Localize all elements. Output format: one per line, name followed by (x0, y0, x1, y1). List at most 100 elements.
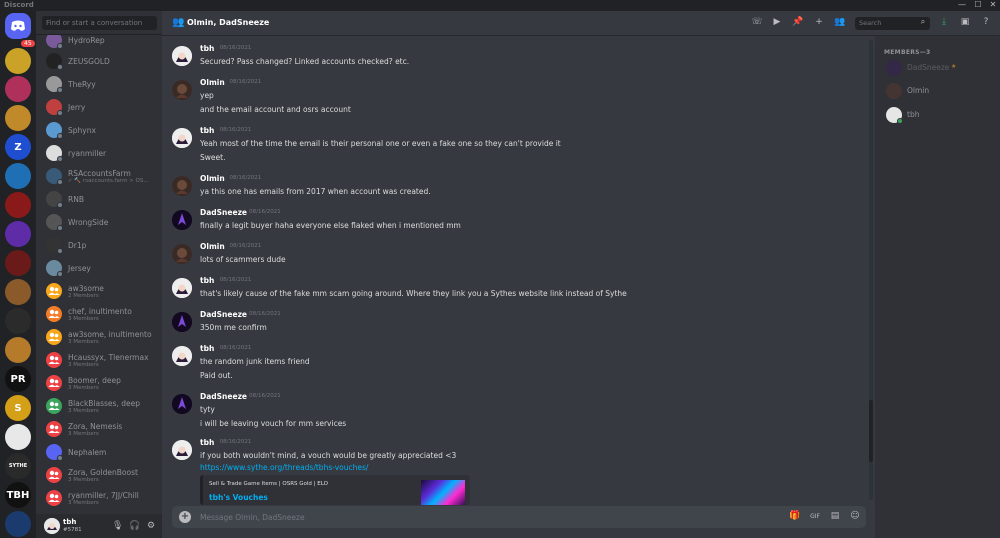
dm-item[interactable]: Zora, GoldenBoost 3 Members (44, 466, 160, 486)
pin-icon[interactable]: 📌 (792, 17, 804, 27)
message-author[interactable]: DadSneeze (200, 310, 247, 319)
dm-item[interactable]: Nephalem (44, 443, 160, 463)
server-list: Z PR S SYTHE TBH 45 (0, 11, 36, 538)
gift-icon[interactable]: 🎁 (789, 511, 801, 521)
server-icon[interactable]: S (5, 395, 31, 421)
dm-item[interactable]: Jerry (44, 98, 160, 118)
upload-plus-icon[interactable]: + (179, 511, 191, 523)
server-icon[interactable] (5, 279, 31, 305)
dm-item[interactable]: Dr1p (44, 236, 160, 256)
server-icon[interactable] (5, 192, 31, 218)
home-button[interactable] (5, 13, 31, 39)
dm-item[interactable]: Jersey (44, 259, 160, 279)
message-author[interactable]: tbh (200, 44, 214, 53)
emoji-icon[interactable]: ☺ (849, 511, 861, 521)
dm-item[interactable]: TheRyy (44, 75, 160, 95)
member-item[interactable]: DadSneeze ★ (884, 58, 994, 78)
message-avatar[interactable] (172, 346, 192, 366)
server-icon[interactable]: TBH (5, 482, 31, 508)
server-icon[interactable] (5, 76, 31, 102)
message-avatar[interactable] (172, 210, 192, 230)
server-icon[interactable] (5, 511, 31, 537)
message-text: i will be leaving vouch for mm services (200, 419, 347, 428)
dm-item[interactable]: RNB (44, 190, 160, 210)
video-icon[interactable]: ▶ (771, 17, 783, 27)
message-author[interactable]: Olmin (200, 174, 225, 183)
message-author[interactable]: Olmin (200, 242, 225, 251)
dm-name: Jerry (68, 103, 86, 112)
minimize-button[interactable]: — (955, 0, 969, 9)
embed-title[interactable]: tbh's Vouches (209, 493, 268, 502)
gear-icon[interactable]: ⚙ (146, 521, 156, 531)
inbox-icon[interactable]: ▣ (959, 17, 971, 27)
dm-search-input[interactable]: Find or start a conversation (42, 16, 157, 30)
server-icon[interactable] (5, 250, 31, 276)
scrollbar-thumb[interactable] (869, 400, 873, 462)
message-avatar[interactable] (172, 440, 192, 460)
user-avatar[interactable] (44, 518, 60, 534)
gif-icon[interactable]: GIF (809, 513, 821, 520)
message-avatar[interactable] (172, 394, 192, 414)
member-item[interactable]: tbh (884, 105, 994, 125)
message-input[interactable]: Message Olmin, DadSneeze (200, 513, 305, 522)
embed-thumbnail[interactable] (421, 480, 465, 505)
status-indicator (57, 133, 63, 139)
message-text: tyty (200, 405, 215, 414)
message-author[interactable]: tbh (200, 344, 214, 353)
dm-item[interactable]: aw3some, inultimento 3 Members (44, 328, 160, 348)
microphone-icon[interactable]: 🎙 (112, 521, 123, 531)
dm-item[interactable]: RSAccountsFarm ✓ 🔨 rsaccounts.farm > OS..… (44, 167, 160, 187)
server-icon[interactable] (5, 424, 31, 450)
add-friend-icon[interactable]: + (813, 17, 825, 27)
message-avatar[interactable] (172, 80, 192, 100)
chat-scrollbar[interactable] (869, 40, 873, 500)
maximize-button[interactable]: ☐ (971, 0, 985, 9)
sticker-icon[interactable]: ▤ (829, 511, 841, 521)
call-icon[interactable]: ☏ (751, 17, 763, 27)
members-icon[interactable]: 👥 (834, 17, 846, 27)
server-icon[interactable] (5, 221, 31, 247)
dm-item[interactable]: ryanmiller (44, 144, 160, 164)
server-icon[interactable]: PR (5, 366, 31, 392)
dm-item[interactable]: Boomer, deep 3 Members (44, 374, 160, 394)
member-item[interactable]: Olmin (884, 81, 994, 101)
server-icon[interactable] (5, 337, 31, 363)
status-indicator (57, 156, 63, 162)
server-icon[interactable] (5, 48, 31, 74)
server-icon[interactable]: SYTHE (5, 453, 31, 479)
server-icon[interactable] (5, 105, 31, 131)
message-text: 350m me confirm (200, 323, 267, 332)
help-icon[interactable]: ? (980, 17, 992, 27)
server-icon[interactable] (5, 308, 31, 334)
dm-item[interactable]: Sphynx (44, 121, 160, 141)
dm-item[interactable]: aw3some 2 Members (44, 282, 160, 302)
server-icon[interactable] (5, 163, 31, 189)
message-avatar[interactable] (172, 244, 192, 264)
message-author[interactable]: tbh (200, 126, 214, 135)
server-icon[interactable]: Z (5, 134, 31, 160)
dm-item[interactable]: ryanmiller, 7JJ/Chill 3 Members (44, 489, 160, 509)
dm-name: BlackBlasses, deep (68, 399, 140, 408)
close-button[interactable]: ✕ (986, 0, 1000, 9)
dm-item[interactable]: BlackBlasses, deep 3 Members (44, 397, 160, 417)
message-avatar[interactable] (172, 278, 192, 298)
dm-item[interactable]: Zora, Nemesis 3 Members (44, 420, 160, 440)
dm-subtext: 3 Members (68, 362, 99, 368)
message-avatar[interactable] (172, 128, 192, 148)
dm-item[interactable]: chef, inultimento 3 Members (44, 305, 160, 325)
download-icon[interactable]: ⤓ (938, 17, 950, 27)
message-author[interactable]: DadSneeze (200, 392, 247, 401)
message-link[interactable]: https://www.sythe.org/threads/tbhs-vouch… (200, 463, 368, 472)
dm-item[interactable]: ZEUSGOLD (44, 52, 160, 72)
message-author[interactable]: DadSneeze (200, 208, 247, 217)
message-avatar[interactable] (172, 176, 192, 196)
headphones-icon[interactable]: 🎧 (129, 521, 140, 531)
group-icon (48, 470, 60, 479)
message-avatar[interactable] (172, 312, 192, 332)
dm-item[interactable]: WrongSide (44, 213, 160, 233)
message-author[interactable]: Olmin (200, 78, 225, 87)
dm-item[interactable]: Hcaussyx, Tlenermax 3 Members (44, 351, 160, 371)
message-author[interactable]: tbh (200, 276, 214, 285)
message-avatar[interactable] (172, 46, 192, 66)
message-author[interactable]: tbh (200, 438, 214, 447)
